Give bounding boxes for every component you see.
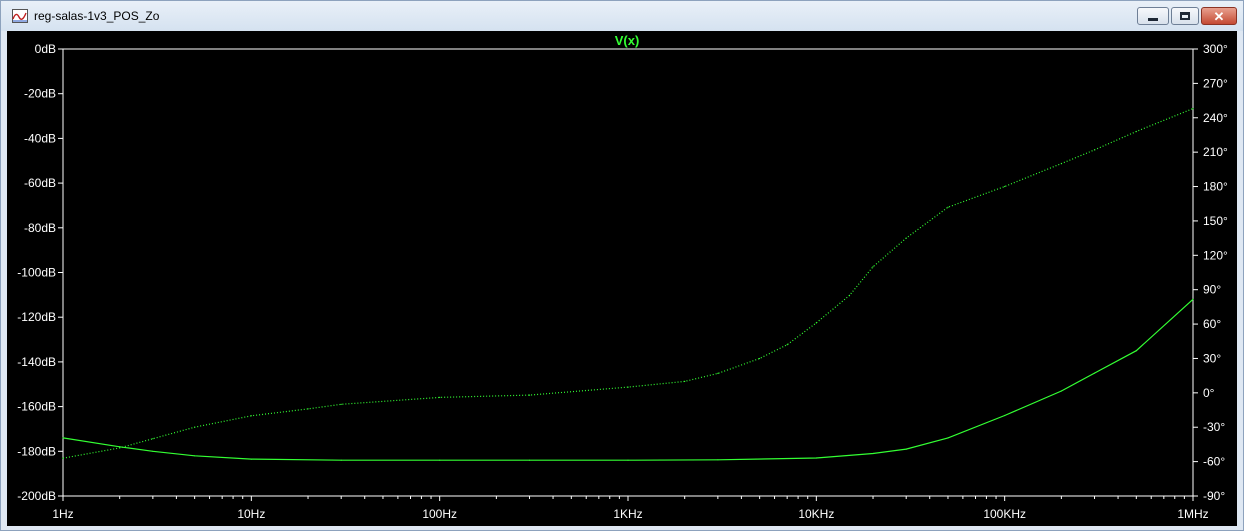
plot-pane[interactable]: 0dB -20dB -40dB -60dB -80dB -100dB -120dB -140d… xyxy=(7,31,1237,526)
y2-tick-label: 300° xyxy=(1203,42,1228,56)
chart-title[interactable]: V(x) xyxy=(615,33,640,48)
magnitude-point xyxy=(528,459,531,461)
magnitude-point xyxy=(905,448,907,450)
x-tick-label: 1MHz xyxy=(1177,507,1208,521)
x-tick-label: 1Hz xyxy=(52,507,73,521)
phase-point xyxy=(152,438,154,440)
minimize-icon xyxy=(1148,17,1158,21)
magnitude-point xyxy=(1135,350,1137,352)
magnitude-trace xyxy=(62,298,1194,461)
magnitude-point xyxy=(439,459,441,461)
x-tick-label: 10Hz xyxy=(237,507,265,521)
phase-point xyxy=(717,372,719,374)
title-bar[interactable]: reg-salas-1v3_POS_Zo ✕ xyxy=(1,1,1243,31)
phase-trace xyxy=(62,108,1194,459)
magnitude-point xyxy=(250,458,252,460)
y2-tick-label: 270° xyxy=(1203,76,1228,90)
y2-tick-label: 180° xyxy=(1203,180,1228,194)
magnitude-point xyxy=(872,452,874,455)
phase-point xyxy=(1004,185,1006,188)
phase-point xyxy=(627,386,629,388)
magnitude-point xyxy=(340,459,342,461)
axes-layer xyxy=(62,48,1194,497)
magnitude-point xyxy=(947,437,949,439)
y-tick-label: -20dB xyxy=(24,87,56,101)
y-tick-label: -60dB xyxy=(24,176,56,190)
phase-point xyxy=(62,457,64,459)
phase-point xyxy=(528,394,531,396)
magnitude-point xyxy=(815,457,817,459)
phase-point xyxy=(250,415,252,417)
x-tick-label: 100KHz xyxy=(983,507,1026,521)
y-tick-label: 0dB xyxy=(35,42,56,56)
traces-layer xyxy=(62,108,1194,461)
y2-tick-label: -90° xyxy=(1203,489,1225,503)
magnitude-point xyxy=(194,455,196,457)
y2-tick-label: 240° xyxy=(1203,111,1228,125)
y-tick-label: -40dB xyxy=(24,131,56,145)
phase-point xyxy=(340,403,342,405)
phase-point xyxy=(872,266,874,268)
x-tick-label: 1KHz xyxy=(613,507,642,521)
y2-tick-label: 210° xyxy=(1203,145,1228,159)
close-icon: ✕ xyxy=(1213,8,1225,24)
magnitude-point xyxy=(152,450,154,452)
y2-tick-label: -30° xyxy=(1203,420,1225,434)
magnitude-point xyxy=(1093,372,1096,374)
y-tick-label: -100dB xyxy=(17,266,56,280)
waveform-window: reg-salas-1v3_POS_Zo ✕ 0dB -20dB -40dB -60d… xyxy=(0,0,1244,531)
phase-point xyxy=(905,237,907,239)
window-title: reg-salas-1v3_POS_Zo xyxy=(34,9,160,23)
x-tick-label: 100Hz xyxy=(422,507,457,521)
phase-point xyxy=(947,206,949,208)
magnitude-point xyxy=(1060,390,1062,392)
phase-point xyxy=(759,357,761,360)
y2-tick-label: 60° xyxy=(1203,317,1221,331)
y2-tick-label: 90° xyxy=(1203,283,1221,297)
magnitude-point xyxy=(717,459,719,461)
x-tick-label: 10KHz xyxy=(798,507,834,521)
bode-plot[interactable]: 0dB -20dB -40dB -60dB -80dB -100dB -120dB -140d… xyxy=(7,31,1237,526)
close-button[interactable]: ✕ xyxy=(1201,7,1237,25)
phase-point xyxy=(1060,163,1062,165)
y2-tick-label: 30° xyxy=(1203,351,1221,365)
maximize-icon xyxy=(1180,12,1190,20)
phase-point xyxy=(439,396,441,398)
magnitude-point xyxy=(1004,414,1006,417)
y-tick-label: -120dB xyxy=(17,310,56,324)
y-tick-label: -80dB xyxy=(24,221,56,235)
phase-point xyxy=(684,380,686,382)
magnitude-point xyxy=(627,459,629,461)
y2-tick-label: 120° xyxy=(1203,248,1228,262)
phase-point xyxy=(1093,149,1096,151)
phase-point xyxy=(848,294,851,296)
phase-point xyxy=(119,447,121,449)
magnitude-point xyxy=(119,446,121,448)
phase-point xyxy=(1135,130,1137,133)
magnitude-point xyxy=(62,437,64,439)
y-tick-label: -140dB xyxy=(17,355,56,369)
phase-point xyxy=(194,426,196,428)
minimize-button[interactable] xyxy=(1137,7,1169,25)
ltspice-waveform-icon xyxy=(12,9,28,23)
phase-point xyxy=(1192,108,1194,110)
y-tick-label: -160dB xyxy=(17,400,56,414)
y-tick-label: -180dB xyxy=(17,444,56,458)
phase-point xyxy=(786,344,788,346)
y2-tick-label: -60° xyxy=(1203,455,1225,469)
magnitude-point xyxy=(1192,298,1194,300)
ticks-layer: 0dB -20dB -40dB -60dB -80dB -100dB -120dB -140d… xyxy=(17,42,1228,521)
plot-border xyxy=(62,48,1194,497)
y2-tick-label: 150° xyxy=(1203,214,1228,228)
phase-point xyxy=(815,322,817,324)
maximize-button[interactable] xyxy=(1171,7,1199,25)
y-tick-label: -200dB xyxy=(17,489,56,503)
y2-tick-label: 0° xyxy=(1203,386,1215,400)
phase-point xyxy=(307,408,309,410)
